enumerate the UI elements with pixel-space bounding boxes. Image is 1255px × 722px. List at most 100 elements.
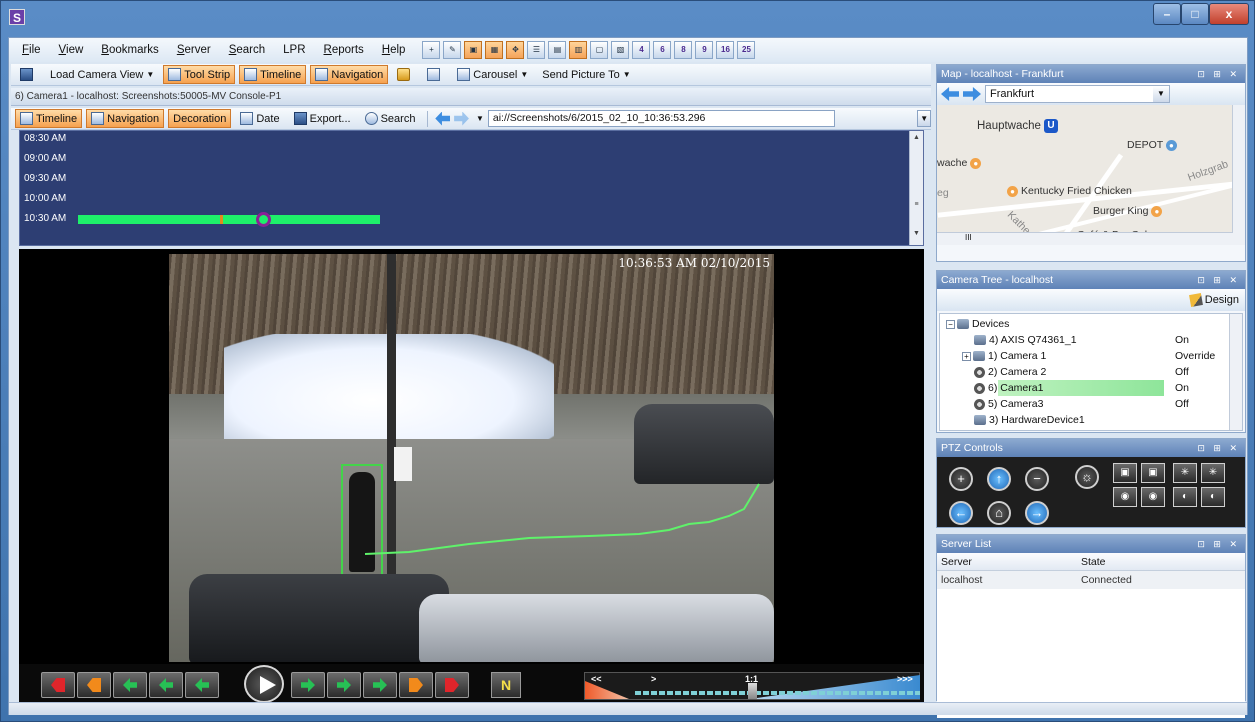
maximize-button[interactable]: □ <box>1181 3 1209 25</box>
camera-timeline-button[interactable]: Timeline <box>15 109 83 128</box>
panel-controls[interactable]: ⊡ ⊞ ✕ <box>1197 535 1240 553</box>
navigate-icon[interactable]: ✥ <box>506 41 525 59</box>
tiles-icon[interactable]: ▧ <box>611 41 630 59</box>
menu-bookmarks[interactable]: Bookmarks <box>92 38 168 62</box>
expand-icon[interactable]: + <box>962 351 971 361</box>
ptz-header[interactable]: PTZ Controls ⊡ ⊞ ✕ <box>937 439 1245 457</box>
auto-button[interactable]: ◐ <box>1201 487 1225 507</box>
tree-node-axis[interactable]: 4) AXIS Q74361_1 <box>974 332 1077 348</box>
title-bar[interactable]: S – □ x <box>1 1 1254 37</box>
layout-4-button[interactable]: 4 <box>632 41 651 59</box>
search-button[interactable]: Search <box>360 109 421 128</box>
settings-icon[interactable]: ☼ <box>1075 465 1099 489</box>
layout-6-button[interactable]: 6 <box>653 41 672 59</box>
scroll-grip[interactable]: III <box>965 233 972 242</box>
playhead-marker[interactable] <box>256 212 271 227</box>
iris-close-button[interactable]: ✳ <box>1201 463 1225 483</box>
tree-scrollbar[interactable] <box>1229 314 1242 430</box>
fullscreen-button[interactable] <box>422 65 448 84</box>
zoom-in-button[interactable]: + <box>949 467 973 491</box>
next-event-button[interactable] <box>399 672 433 698</box>
carousel-button[interactable]: Carousel ▼ <box>452 65 533 84</box>
lock-button[interactable] <box>392 65 418 84</box>
step-back-button[interactable] <box>185 672 219 698</box>
window-icon[interactable]: ▢ <box>590 41 609 59</box>
panel-controls[interactable]: ⊡ ⊞ ✕ <box>1197 271 1240 289</box>
layout-16-button[interactable]: 16 <box>716 41 735 59</box>
map-horizontal-scrollbar[interactable]: III <box>937 232 1233 245</box>
add-icon[interactable]: + <box>422 41 441 59</box>
map-location-select[interactable]: Frankfurt ▼ <box>985 85 1170 103</box>
playback-speed-slider[interactable]: << > 1:1 >>> <box>584 672 920 700</box>
column-header-server[interactable]: Server <box>937 553 1077 570</box>
jump-start-button[interactable] <box>41 672 75 698</box>
menu-search[interactable]: Search <box>220 38 274 62</box>
preset-button[interactable]: ◉ <box>1113 487 1137 507</box>
pan-right-button[interactable]: → <box>1025 501 1049 525</box>
auto-button[interactable]: ◐ <box>1173 487 1197 507</box>
timeline-panel[interactable]: 08:30 AM 09:00 AM 09:30 AM 10:00 AM 10:3… <box>19 130 924 246</box>
home-icon[interactable]: ⌂ <box>987 501 1011 525</box>
layout-8-button[interactable]: 8 <box>674 41 693 59</box>
tree-node-camera-1[interactable]: +1) Camera 1 <box>962 348 1046 364</box>
pan-left-button[interactable]: ← <box>949 501 973 525</box>
back-arrow-icon[interactable] <box>941 87 959 101</box>
step-forward-button[interactable] <box>291 672 325 698</box>
design-button[interactable]: Design <box>1188 293 1239 308</box>
tilt-up-button[interactable]: ↑ <box>987 467 1011 491</box>
recording-bar[interactable] <box>78 215 380 224</box>
panel-controls[interactable]: ⊡ ⊞ ✕ <box>1197 439 1240 457</box>
split-icon[interactable]: ▥ <box>569 41 588 59</box>
view-icon[interactable]: ▣ <box>464 41 483 59</box>
focus-far-button[interactable]: ▣ <box>1141 463 1165 483</box>
rewind-fast-button[interactable] <box>113 672 147 698</box>
scroll-up-icon[interactable]: ▲ <box>910 134 923 141</box>
send-picture-to-button[interactable]: Send Picture To ▼ <box>537 65 635 84</box>
decoration-button[interactable]: Decoration <box>168 109 232 128</box>
timeline-scrollbar[interactable]: ▲ ≡ ▼ <box>909 131 923 245</box>
menu-view[interactable]: View <box>50 38 93 62</box>
menu-reports[interactable]: Reports <box>315 38 373 62</box>
speed-thumb[interactable] <box>748 683 757 699</box>
back-arrow-icon[interactable] <box>435 111 451 126</box>
timeline-toggle-button[interactable]: Timeline <box>239 65 307 84</box>
forward-arrow-icon[interactable] <box>454 111 469 126</box>
chevron-down-icon[interactable]: ▼ <box>476 114 484 123</box>
tree-node-camera3[interactable]: 5) Camera3 <box>974 396 1043 412</box>
save-view-button[interactable] <box>15 65 41 84</box>
preset-button[interactable]: ◉ <box>1141 487 1165 507</box>
edit-icon[interactable]: ✎ <box>443 41 462 59</box>
play-button[interactable] <box>244 665 284 703</box>
layout-25-button[interactable]: 25 <box>737 41 756 59</box>
panel-icon[interactable]: ▤ <box>548 41 567 59</box>
layout-9-button[interactable]: 9 <box>695 41 714 59</box>
event-marker[interactable] <box>220 215 223 224</box>
date-button[interactable]: Date <box>235 109 284 128</box>
camera-navigation-button[interactable]: Navigation <box>86 109 165 128</box>
iris-open-button[interactable]: ✳ <box>1173 463 1197 483</box>
menu-file[interactable]: File <box>13 38 50 62</box>
list-icon[interactable]: ☰ <box>527 41 546 59</box>
menu-lpr[interactable]: LPR <box>274 38 314 62</box>
camera-tree-header[interactable]: Camera Tree - localhost ⊡ ⊞ ✕ <box>937 271 1245 289</box>
collapse-icon[interactable]: − <box>946 319 955 329</box>
jump-end-button[interactable] <box>435 672 469 698</box>
forward-fast-button[interactable] <box>363 672 397 698</box>
video-viewport[interactable]: 10:36:53 AM 02/10/2015 <box>19 249 924 664</box>
menu-server[interactable]: Server <box>168 38 220 62</box>
tree-node-camera1-selected[interactable]: 6) Camera1 <box>974 380 1043 396</box>
grid-icon[interactable]: ▦ <box>485 41 504 59</box>
tree-node-devices[interactable]: − Devices <box>946 316 1009 332</box>
tree-node-camera-2[interactable]: 2) Camera 2 <box>974 364 1046 380</box>
map-view[interactable]: Hauptwache U DEPOT ● wache ● ● Kentucky Fr… <box>937 105 1245 245</box>
previous-event-button[interactable] <box>77 672 111 698</box>
tool-strip-button[interactable]: Tool Strip <box>163 65 236 84</box>
tree-node-hardware[interactable]: 3) HardwareDevice1 <box>974 412 1085 428</box>
path-dropdown-button[interactable]: ▼ <box>917 110 932 127</box>
close-button[interactable]: x <box>1209 3 1249 25</box>
map-vertical-scrollbar[interactable] <box>1232 105 1245 245</box>
panel-controls[interactable]: ⊡ ⊞ ✕ <box>1197 65 1240 83</box>
forward-arrow-icon[interactable] <box>963 87 981 101</box>
rewind-button[interactable] <box>149 672 183 698</box>
export-button[interactable]: Export... <box>289 109 356 128</box>
